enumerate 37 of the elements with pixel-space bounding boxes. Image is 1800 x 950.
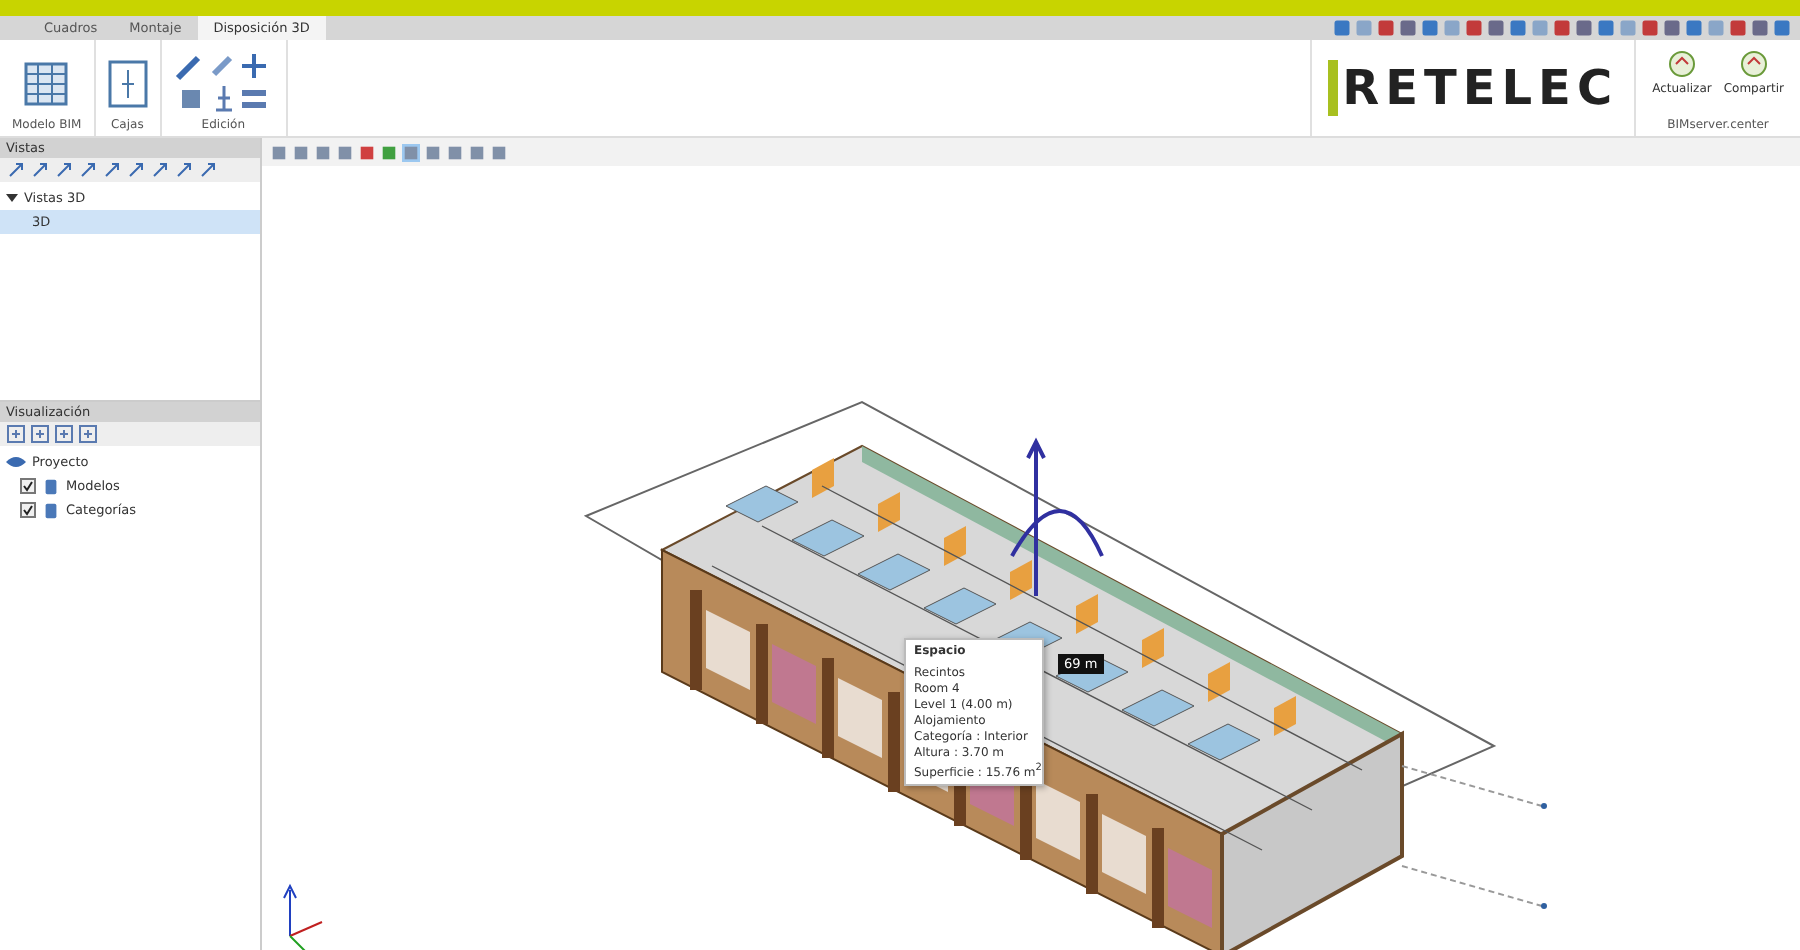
toolbar-square-icon[interactable] <box>1728 18 1748 38</box>
logo-wordmark: RETELEC <box>1328 60 1619 116</box>
box-icon[interactable] <box>107 59 148 107</box>
table-grid-icon[interactable] <box>24 61 69 105</box>
toolbar-square-icon[interactable] <box>1662 18 1682 38</box>
toolbar-square-icon[interactable] <box>1464 18 1484 38</box>
toolbar-square-icon[interactable] <box>1574 18 1594 38</box>
toolbar-square-icon[interactable] <box>1596 18 1616 38</box>
toolbar-square-icon[interactable] <box>1750 18 1770 38</box>
toolbar-square-icon[interactable] <box>1640 18 1660 38</box>
toolbar-square-icon[interactable] <box>1486 18 1506 38</box>
view-tool-icon[interactable] <box>126 160 146 180</box>
toolbar-square-icon[interactable] <box>1398 18 1418 38</box>
view-tool-icon[interactable] <box>6 160 26 180</box>
checkbox[interactable] <box>20 478 36 494</box>
tree-tool-icon[interactable] <box>30 424 50 444</box>
view-tool-icon[interactable] <box>174 160 194 180</box>
view-tool-icon[interactable] <box>102 160 122 180</box>
view-tool-icon[interactable] <box>30 160 50 180</box>
toolbar-square-icon[interactable] <box>1332 18 1352 38</box>
toolbar-square-icon[interactable] <box>1552 18 1572 38</box>
view-tool-icon[interactable] <box>198 160 218 180</box>
view-tool-icon[interactable] <box>78 160 98 180</box>
view-tool-icon[interactable] <box>54 160 74 180</box>
checkbox[interactable] <box>20 502 36 518</box>
tree-tool-icon[interactable] <box>78 424 98 444</box>
eye-icon <box>6 456 26 468</box>
tree-tool-icon[interactable] <box>54 424 74 444</box>
tree-tool-icon[interactable] <box>6 424 26 444</box>
caret-icon[interactable] <box>6 192 18 204</box>
toolbar-square-icon[interactable] <box>1376 18 1396 38</box>
toolbar-square-icon[interactable] <box>1420 18 1440 38</box>
view-tool-icon[interactable] <box>150 160 170 180</box>
axis-triad-icon <box>283 883 323 950</box>
toolbar-square-icon[interactable] <box>1684 18 1704 38</box>
toolbar-square-icon[interactable] <box>1772 18 1792 38</box>
toolbar-square-icon[interactable] <box>1508 18 1528 38</box>
